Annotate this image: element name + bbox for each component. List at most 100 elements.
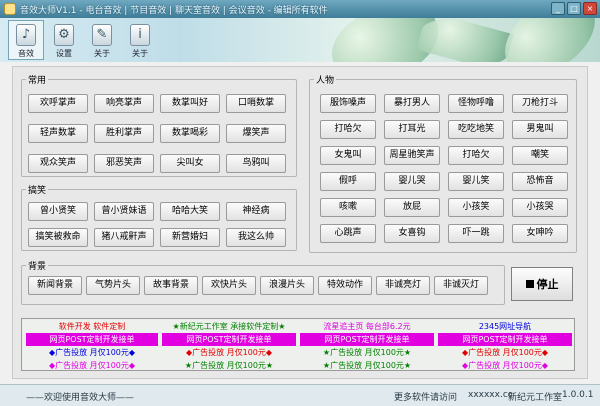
sound-button[interactable]: 搞笑被救命 xyxy=(28,228,88,247)
sound-button[interactable]: 特效动作 xyxy=(318,276,372,295)
sound-button[interactable]: 打哈欠 xyxy=(320,120,376,139)
app-icon xyxy=(4,3,16,15)
status-welcome: ——欢迎使用音效大师—— xyxy=(26,393,135,403)
funny-group: 搞笑 曾小贤笑 曾小贤妹语 哈哈大笑 神经病搞笑被救命 猪八戒鼾声 新营婚妇 我这么帅 xyxy=(21,183,297,251)
sound-button[interactable]: 猪八戒鼾声 xyxy=(94,228,154,247)
minimize-button[interactable]: _ xyxy=(551,2,565,15)
sound-button[interactable]: 鸟鸦叫 xyxy=(226,154,286,173)
toolbar: ♪ 音效 ⚙ 设置 ✎ 关于 i 关于 xyxy=(0,18,600,62)
sound-button[interactable]: 女呻吟 xyxy=(512,224,568,243)
sound-button[interactable]: 嘲笑 xyxy=(512,146,568,165)
people-group: 人物 服饰嗓声 暴打男人 怪物呼噜 刀枪打斗打哈欠 打耳光 吃吃地笑 男鬼叫女鬼叫 周星驰笑声… xyxy=(309,73,577,253)
sound-button[interactable]: 怪物呼噜 xyxy=(448,94,504,113)
toolbar-label: 设置 xyxy=(56,49,72,58)
sound-button[interactable]: 吓一跳 xyxy=(448,224,504,243)
close-button[interactable]: × xyxy=(583,2,597,15)
sound-button[interactable]: 欢快片头 xyxy=(202,276,256,295)
sound-button[interactable]: 心跳声 xyxy=(320,224,376,243)
ad-link[interactable]: ★新纪元工作室 承接软件定制★ xyxy=(162,320,296,333)
sound-button[interactable]: 暴打男人 xyxy=(384,94,440,113)
ad-panel: 软件开发 软件定制 ★新纪元工作室 承接软件定制★ 流星追主页 每台部6.2元 234… xyxy=(21,318,575,371)
stop-label: 停止 xyxy=(536,278,559,291)
sound-button[interactable]: 邪恶笑声 xyxy=(94,154,154,173)
sound-button[interactable]: 周星驰笑声 xyxy=(384,146,440,165)
sound-button[interactable]: 观众笑声 xyxy=(28,154,88,173)
ad-link[interactable]: ★广告投放 月仅100元★ xyxy=(162,359,296,372)
sound-button[interactable]: 曾小贤笑 xyxy=(28,202,88,221)
sound-button[interactable]: 轻声数掌 xyxy=(28,124,88,143)
maximize-button[interactable]: □ xyxy=(567,2,581,15)
toolbar-settings-button[interactable]: ⚙ 设置 xyxy=(46,20,82,60)
sound-button[interactable]: 婴儿笑 xyxy=(448,172,504,191)
ad-link[interactable]: 网页POST定制开发接单 xyxy=(300,333,434,346)
sound-button[interactable]: 故事背景 xyxy=(144,276,198,295)
info-icon: i xyxy=(130,24,150,46)
sound-button[interactable]: 吃吃地笑 xyxy=(448,120,504,139)
group-title: 背景 xyxy=(28,262,47,272)
sound-button[interactable]: 浪漫片头 xyxy=(260,276,314,295)
ad-link[interactable]: 网页POST定制开发接单 xyxy=(26,333,158,346)
sound-button[interactable]: 尖叫女 xyxy=(160,154,220,173)
sound-button[interactable]: 非诚灭灯 xyxy=(434,276,488,295)
status-version: 1.0.0.1 xyxy=(562,390,594,400)
sound-button[interactable]: 打耳光 xyxy=(384,120,440,139)
sound-button[interactable]: 爆笑声 xyxy=(226,124,286,143)
sound-button[interactable]: 曾小贤妹语 xyxy=(94,202,154,221)
group-title: 搞笑 xyxy=(28,186,47,196)
sound-button[interactable]: 数掌叫好 xyxy=(160,94,220,113)
group-title: 人物 xyxy=(316,76,335,86)
ad-link[interactable]: 2345网址导航 xyxy=(438,320,572,333)
ad-link[interactable]: 网页POST定制开发接单 xyxy=(162,333,296,346)
sound-button[interactable]: 男鬼叫 xyxy=(512,120,568,139)
toolbar-label: 音效 xyxy=(18,49,34,58)
sound-button[interactable]: 咳嗽 xyxy=(320,198,376,217)
toolbar-about2-button[interactable]: i 关于 xyxy=(122,20,158,60)
ad-link[interactable]: ◆广告投放 月仅100元◆ xyxy=(438,359,572,372)
ad-link[interactable]: ★广告投放 月仅100元★ xyxy=(300,359,434,372)
toolbar-sound-button[interactable]: ♪ 音效 xyxy=(8,20,44,60)
status-studio: 新纪元工作室 xyxy=(508,393,563,403)
ad-link[interactable]: 网页POST定制开发接单 xyxy=(438,333,572,346)
sound-button[interactable]: 胜利掌声 xyxy=(94,124,154,143)
sound-button[interactable]: 新营婚妇 xyxy=(160,228,220,247)
sound-button[interactable]: 小孩笑 xyxy=(448,198,504,217)
sound-button[interactable]: 哈哈大笑 xyxy=(160,202,220,221)
sound-button[interactable]: 非诚亮灯 xyxy=(376,276,430,295)
sound-button[interactable]: 气势片头 xyxy=(86,276,140,295)
sound-button[interactable]: 女喜钩 xyxy=(384,224,440,243)
sound-button[interactable]: 打哈欠 xyxy=(448,146,504,165)
sound-button[interactable]: 数掌喝彩 xyxy=(160,124,220,143)
sound-button[interactable]: 女鬼叫 xyxy=(320,146,376,165)
sound-button[interactable]: 服饰嗓声 xyxy=(320,94,376,113)
ad-link[interactable]: ◆广告投放 月仅100元◆ xyxy=(26,346,158,359)
sound-button[interactable]: 神经病 xyxy=(226,202,286,221)
toolbar-about-button[interactable]: ✎ 关于 xyxy=(84,20,120,60)
sound-button[interactable]: 口哨数掌 xyxy=(226,94,286,113)
document-icon: ✎ xyxy=(92,24,112,46)
ad-link[interactable]: ◆广告投放 月仅100元◆ xyxy=(438,346,572,359)
toolbar-label: 关于 xyxy=(94,49,110,58)
group-title: 常用 xyxy=(28,76,47,86)
ad-link[interactable]: ◆广告投放 月仅100元◆ xyxy=(162,346,296,359)
leaf-decoration xyxy=(490,18,600,62)
status-bar: ——欢迎使用音效大师—— 更多软件请访问 xxxxxx.cc 新纪元工作室 1.… xyxy=(0,384,600,406)
stop-button[interactable]: 停止 xyxy=(511,267,573,301)
ad-link[interactable]: 软件开发 软件定制 xyxy=(26,320,158,333)
sound-button[interactable]: 我这么帅 xyxy=(226,228,286,247)
title-bar: 音效大师V1.1 - 电台音效 | 节目音效 | 聊天室音效 | 会议音效 - … xyxy=(0,0,600,18)
settings-icon: ⚙ xyxy=(54,24,74,46)
ad-link[interactable]: ◆广告投放 月仅100元◆ xyxy=(26,359,158,372)
sound-button[interactable]: 婴儿哭 xyxy=(384,172,440,191)
toolbar-label: 关于 xyxy=(132,49,148,58)
ad-link[interactable]: ★广告投放 月仅100元★ xyxy=(300,346,434,359)
sound-button[interactable]: 刀枪打斗 xyxy=(512,94,568,113)
sound-button[interactable]: 恐怖音 xyxy=(512,172,568,191)
sound-button[interactable]: 放屁 xyxy=(384,198,440,217)
sound-button[interactable]: 新闻背景 xyxy=(28,276,82,295)
ad-link[interactable]: 流星追主页 每台部6.2元 xyxy=(300,320,434,333)
sound-button[interactable]: 假呼 xyxy=(320,172,376,191)
status-url[interactable]: xxxxxx.cc xyxy=(468,390,513,400)
sound-button[interactable]: 响亮掌声 xyxy=(94,94,154,113)
sound-button[interactable]: 欢呼掌声 xyxy=(28,94,88,113)
sound-button[interactable]: 小孩哭 xyxy=(512,198,568,217)
